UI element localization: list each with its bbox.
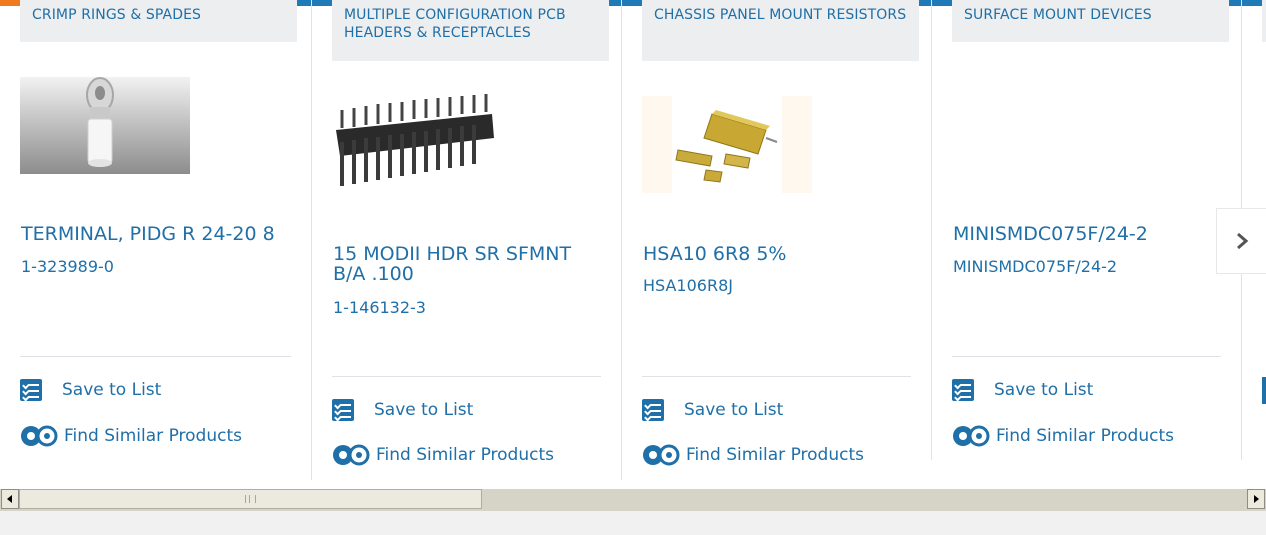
save-to-list-button[interactable]: Save to List <box>20 377 161 403</box>
product-title-link[interactable]: HSA10 6R8 5% <box>643 244 908 264</box>
find-similar-label: Find Similar Products <box>376 445 554 465</box>
part-number[interactable]: 1-323989-0 <box>21 257 114 277</box>
product-category-label[interactable]: SURFACE MOUNT DEVICES <box>952 0 1229 42</box>
checklist-icon <box>952 379 974 402</box>
product-title-link[interactable]: MINISMDC075F/24-2 <box>953 224 1218 244</box>
actions-separator <box>642 376 911 377</box>
card-divider <box>621 0 622 480</box>
card-divider <box>931 0 932 460</box>
actions-separator <box>332 376 601 377</box>
scrollbar-thumb[interactable] <box>19 489 482 509</box>
part-number[interactable]: 1-146132-3 <box>333 298 426 318</box>
resistor-photo[interactable] <box>642 96 812 193</box>
product-card: SURFACE MOUNT DEVICES MINISMDC075F/24-2 … <box>952 0 1229 480</box>
horizontal-scrollbar[interactable] <box>0 489 1266 511</box>
find-similar-button[interactable]: Find Similar Products <box>952 423 1174 449</box>
gears-icon <box>643 444 680 466</box>
part-number[interactable]: HSA106R8J <box>643 276 733 296</box>
product-card: CRIMP RINGS & SPADES TERMINAL, PIDG R 24… <box>20 0 297 480</box>
find-similar-button[interactable]: Find Similar Products <box>332 442 554 468</box>
save-to-list-label: Save to List <box>62 380 162 400</box>
page-footer-area <box>0 511 1266 535</box>
checklist-icon <box>642 399 664 422</box>
triangle-left-icon <box>7 495 12 503</box>
product-card: CHASSIS PANEL MOUNT RESISTORS HSA10 6R8 … <box>642 0 919 480</box>
find-similar-button[interactable]: Find Similar Products <box>20 423 242 449</box>
triangle-right-icon <box>1254 495 1259 503</box>
product-category-label[interactable]: CHASSIS PANEL MOUNT RESISTORS <box>642 0 919 61</box>
product-title-link[interactable]: 15 MODII HDR SR SFMNT B/A .100 <box>333 244 593 284</box>
find-similar-label: Find Similar Products <box>996 426 1174 446</box>
product-card: MULTIPLE CONFIGURATION PCB HEADERS & REC… <box>332 0 609 480</box>
product-category-label[interactable]: CRIMP RINGS & SPADES <box>20 0 297 42</box>
scroll-left-button[interactable] <box>1 489 19 509</box>
card-divider <box>311 0 312 480</box>
ring-terminal-photo[interactable] <box>20 77 190 174</box>
save-to-list-label: Save to List <box>684 400 784 420</box>
save-to-list-button[interactable]: Save to List <box>332 397 473 423</box>
checklist-icon <box>332 399 354 422</box>
find-similar-button[interactable]: Find Similar Products <box>642 442 864 468</box>
checklist-icon <box>20 379 42 402</box>
scroll-right-button[interactable] <box>1247 489 1265 509</box>
next-card-icon-peek <box>1262 377 1266 404</box>
gears-icon <box>333 444 370 466</box>
gears-icon <box>21 425 58 447</box>
find-similar-label: Find Similar Products <box>686 445 864 465</box>
product-carousel: CRIMP RINGS & SPADES TERMINAL, PIDG R 24… <box>0 0 1266 487</box>
part-number[interactable]: MINISMDC075F/24-2 <box>953 257 1117 277</box>
gears-icon <box>953 425 990 447</box>
pin-header-photo[interactable] <box>332 92 502 192</box>
next-card-category-peek <box>1262 0 1266 42</box>
actions-separator <box>952 356 1221 357</box>
save-to-list-button[interactable]: Save to List <box>952 377 1093 403</box>
save-to-list-button[interactable]: Save to List <box>642 397 783 423</box>
product-category-label[interactable]: MULTIPLE CONFIGURATION PCB HEADERS & REC… <box>332 0 609 61</box>
save-to-list-label: Save to List <box>374 400 474 420</box>
save-to-list-label: Save to List <box>994 380 1094 400</box>
find-similar-label: Find Similar Products <box>64 426 242 446</box>
product-title-link[interactable]: TERMINAL, PIDG R 24-20 8 <box>21 224 286 244</box>
actions-separator <box>20 356 291 357</box>
scrollbar-grip <box>245 495 256 503</box>
carousel-next-button[interactable] <box>1216 208 1266 274</box>
chevron-right-icon <box>1236 232 1248 250</box>
